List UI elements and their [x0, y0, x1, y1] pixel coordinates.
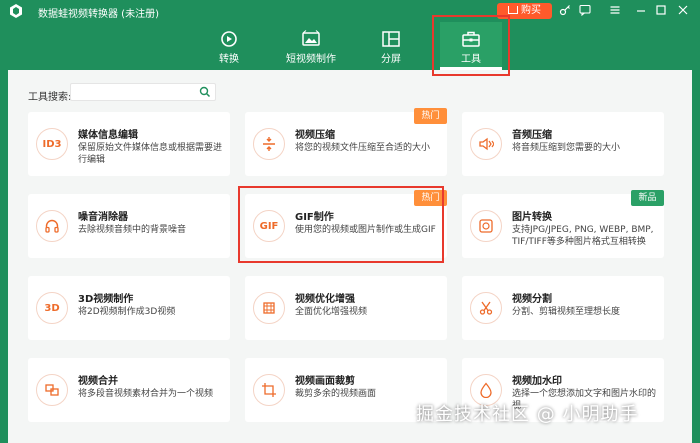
- search-label: 工具搜索:: [28, 92, 72, 103]
- short-video-icon: [302, 30, 320, 46]
- card-title: 3D视频制作: [78, 294, 134, 305]
- audio-compress-icon: [470, 128, 502, 160]
- tab-convert-label: 转换: [219, 54, 239, 65]
- key-icon[interactable]: [558, 4, 572, 18]
- card-title: 视频加水印: [512, 376, 562, 387]
- tool-card-image-convert[interactable]: 图片转换 支持JPG/JPEG, PNG, WEBP, BMP, TIF/TIF…: [462, 190, 664, 258]
- title-bar: 数据蛙视频转换器 (未注册) 购买: [0, 0, 700, 22]
- merge-icon: [36, 374, 68, 406]
- tab-short-video-label: 短视频制作: [286, 54, 336, 65]
- tool-card-media-info[interactable]: ID3 媒体信息编辑 保留原始文件媒体信息或根据需要进行编辑: [28, 112, 230, 176]
- image-convert-icon: [470, 210, 502, 242]
- tool-card-noise-remover[interactable]: 噪音消除器 去除视频音频中的背景噪音: [28, 194, 230, 258]
- headphones-icon: [36, 210, 68, 242]
- tool-card-audio-compress[interactable]: 音频压缩 将音频压缩到您需要的大小: [462, 112, 664, 176]
- card-title: 视频画面裁剪: [295, 376, 355, 387]
- feedback-icon[interactable]: [578, 4, 592, 18]
- card-desc: 保留原始文件媒体信息或根据需要进行编辑: [78, 143, 223, 165]
- close-icon[interactable]: [676, 4, 690, 18]
- card-title: 视频压缩: [295, 130, 335, 141]
- search-box: [70, 83, 216, 105]
- convert-icon: [221, 31, 237, 47]
- card-title: 噪音消除器: [78, 212, 128, 223]
- minimize-icon[interactable]: [634, 4, 648, 18]
- split-screen-icon: [382, 31, 400, 47]
- tab-split-screen[interactable]: 分屏: [362, 22, 420, 70]
- buy-label: 购买: [521, 5, 541, 16]
- page-watermark: 掘金技术社区 @ 小明助手: [416, 404, 639, 425]
- card-desc: 裁剪多余的视频画面: [295, 389, 377, 399]
- tab-short-video[interactable]: 短视频制作: [282, 22, 340, 70]
- maximize-icon[interactable]: [654, 4, 668, 18]
- hot-badge: 热门: [414, 108, 447, 124]
- card-desc: 将多段音视频素材合并为一个视频: [78, 389, 214, 399]
- main-tabs: 转换 短视频制作 分屏 工具: [0, 22, 700, 70]
- card-desc: 全面优化增强视频: [295, 307, 368, 317]
- card-desc: 去除视频音频中的背景噪音: [78, 225, 187, 235]
- card-desc: 分割、剪辑视频至理想长度: [512, 307, 621, 317]
- highlight-box-tools-tab: [432, 15, 510, 76]
- card-title: 视频分割: [512, 294, 552, 305]
- crop-icon: [253, 374, 285, 406]
- tool-card-3d-video[interactable]: 3D 3D视频制作 将2D视频制作成3D视频: [28, 276, 230, 340]
- tool-card-video-merge[interactable]: 视频合并 将多段音视频素材合并为一个视频: [28, 358, 230, 422]
- card-title: 音频压缩: [512, 130, 552, 141]
- highlight-box-gif-card: [238, 186, 444, 263]
- scissors-icon: [470, 292, 502, 324]
- card-desc: 将您的视频文件压缩至合适的大小: [295, 143, 431, 153]
- search-input[interactable]: [71, 89, 191, 105]
- card-title: 视频合并: [78, 376, 118, 387]
- card-title: 媒体信息编辑: [78, 130, 138, 141]
- 3d-icon: 3D: [36, 292, 68, 324]
- menu-icon[interactable]: [608, 4, 622, 18]
- tab-split-screen-label: 分屏: [381, 54, 401, 65]
- card-desc: 将音频压缩到您需要的大小: [512, 143, 621, 153]
- tool-card-video-enhance[interactable]: 视频优化增强 全面优化增强视频: [245, 276, 447, 340]
- id3-icon: ID3: [36, 128, 68, 160]
- cart-icon: [508, 6, 518, 14]
- card-title: 图片转换: [512, 212, 552, 223]
- card-title: 视频优化增强: [295, 294, 355, 305]
- app-logo-icon: [10, 4, 22, 18]
- search-icon[interactable]: [199, 86, 211, 98]
- new-badge: 新品: [631, 190, 664, 206]
- tool-card-video-compress[interactable]: 视频压缩 将您的视频文件压缩至合适的大小 热门: [245, 108, 447, 176]
- enhance-icon: [253, 292, 285, 324]
- compress-icon: [253, 128, 285, 160]
- tool-card-video-split[interactable]: 视频分割 分割、剪辑视频至理想长度: [462, 276, 664, 340]
- card-desc: 支持JPG/JPEG, PNG, WEBP, BMP, TIF/TIFF等多种图…: [512, 225, 654, 247]
- tab-convert[interactable]: 转换: [200, 22, 258, 70]
- app-title: 数据蛙视频转换器 (未注册): [38, 9, 159, 20]
- card-desc: 将2D视频制作成3D视频: [78, 307, 176, 317]
- app-window: 数据蛙视频转换器 (未注册) 购买 转换 短视频制作 分屏 工具 工具搜索: I…: [0, 0, 700, 443]
